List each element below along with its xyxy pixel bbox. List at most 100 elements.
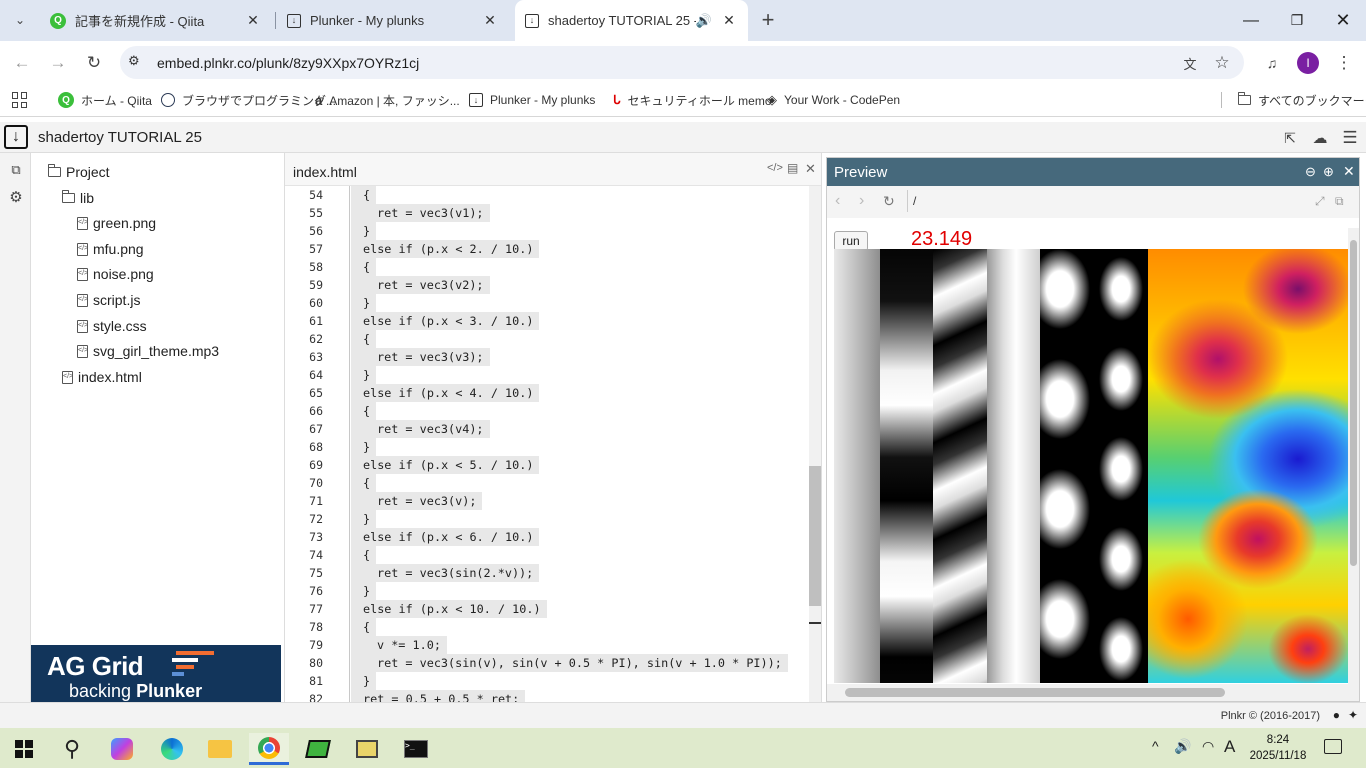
code-line[interactable]: } — [351, 582, 377, 600]
code-icon[interactable]: </> — [767, 162, 783, 174]
close-file-icon[interactable]: ✕ — [805, 161, 816, 177]
tree-file[interactable]: </> style.css — [77, 316, 147, 336]
windows-start-icon[interactable] — [4, 733, 44, 765]
image-viewer-icon[interactable] — [347, 733, 387, 765]
preview-forward-icon[interactable]: › — [859, 192, 864, 210]
tree-root-project[interactable]: Project — [48, 162, 110, 182]
tab-plunker-my-plunks[interactable]: ↓ Plunker - My plunks ✕ — [277, 0, 509, 41]
terminal-icon[interactable]: >_ — [396, 733, 436, 765]
open-external-icon[interactable]: ⇱ — [1278, 126, 1302, 150]
search-icon[interactable]: ⚲ — [52, 733, 92, 765]
chrome-icon[interactable] — [249, 733, 289, 765]
system-clock[interactable]: 8:24 2025/11/18 — [1238, 732, 1318, 764]
notepad-icon[interactable] — [298, 733, 338, 765]
code-line[interactable]: { — [351, 402, 377, 420]
zoom-in-icon[interactable]: ⊕ — [1323, 164, 1334, 180]
code-line[interactable]: } — [351, 438, 377, 456]
code-line[interactable]: ret = vec3(v); — [351, 492, 483, 510]
preview-h-scroll-thumb[interactable] — [845, 688, 1225, 697]
all-bookmarks-button[interactable]: すべてのブックマーク — [1238, 91, 1366, 109]
apps-grid-icon[interactable] — [12, 92, 28, 108]
code-line[interactable]: { — [351, 186, 377, 204]
shader-canvas[interactable] — [834, 249, 1348, 683]
tree-file[interactable]: </> index.html — [62, 367, 142, 387]
code-line[interactable]: { — [351, 330, 377, 348]
code-line[interactable]: } — [351, 672, 377, 690]
code-line[interactable]: ret = vec3(v4); — [351, 420, 490, 438]
window-close-button[interactable]: ✕ — [1320, 0, 1366, 41]
tree-folder-lib[interactable]: lib — [62, 188, 94, 208]
plunker-logo-icon[interactable]: ↓ — [4, 125, 28, 149]
bookmark-codepen[interactable]: ◈ Your Work - CodePen — [767, 91, 900, 109]
tray-chevron-icon[interactable]: ^ — [1152, 738, 1159, 754]
menu-kebab-icon[interactable]: ⋮ — [1332, 51, 1356, 75]
code-area[interactable]: {ret = vec3(v1);} else if (p.x < 2. / 10.… — [285, 186, 809, 702]
preview-refresh-icon[interactable]: ↻ — [883, 193, 895, 210]
bookmark-plunker[interactable]: ↓ Plunker - My plunks — [469, 91, 595, 109]
code-line[interactable]: else if (p.x < 10. / 10.) — [351, 600, 547, 618]
copilot-icon[interactable] — [102, 733, 142, 765]
media-control-icon[interactable]: ♫ — [1260, 51, 1284, 75]
code-line[interactable]: else if (p.x < 2. / 10.) — [351, 240, 540, 258]
code-line[interactable]: v *= 1.0; — [351, 636, 447, 654]
tree-file[interactable]: </> script.js — [77, 290, 140, 310]
book-icon[interactable]: ▤ — [787, 161, 798, 175]
site-info-icon[interactable]: ⚙ — [128, 53, 146, 71]
preview-path[interactable]: / — [913, 194, 916, 208]
notifications-icon[interactable] — [1324, 739, 1342, 754]
volume-icon[interactable]: 🔊 — [1174, 738, 1191, 755]
tab-search-chevron-icon[interactable]: ⌄ — [8, 8, 32, 32]
code-line[interactable]: else if (p.x < 4. / 10.) — [351, 384, 540, 402]
bookmark-paiza[interactable]: ブラウザでプログラミング... — [161, 91, 336, 109]
editor-scrollbar[interactable] — [809, 186, 821, 702]
code-line[interactable]: } — [351, 366, 377, 384]
code-line[interactable]: else if (p.x < 3. / 10.) — [351, 312, 540, 330]
forward-button[interactable]: → — [46, 51, 70, 75]
tab-qiita[interactable]: Q 記事を新規作成 - Qiita ✕ — [40, 0, 272, 41]
code-line[interactable]: { — [351, 546, 377, 564]
code-line[interactable]: { — [351, 618, 377, 636]
preview-h-scrollbar[interactable] — [827, 684, 1359, 701]
twitter-icon[interactable]: ✦ — [1348, 708, 1358, 722]
zoom-out-icon[interactable]: ⊖ — [1305, 164, 1316, 180]
reload-button[interactable]: ↻ — [82, 51, 106, 75]
speaker-icon[interactable]: 🔊 — [696, 13, 712, 29]
code-line[interactable]: ret = 0.5 + 0.5 * ret; — [351, 690, 526, 702]
hamburger-menu-icon[interactable]: ☰ — [1338, 126, 1362, 150]
code-line[interactable]: else if (p.x < 6. / 10.) — [351, 528, 540, 546]
minimize-button[interactable]: — — [1228, 0, 1274, 41]
translate-icon[interactable]: 文 — [1178, 51, 1202, 75]
tree-file[interactable]: </> noise.png — [77, 264, 154, 284]
tree-file[interactable]: </> green.png — [77, 213, 156, 233]
expand-icon[interactable]: ⤢ — [1315, 194, 1325, 209]
bookmark-security-memo[interactable]: ᒐ セキュリティホール memo — [613, 91, 772, 109]
restore-button[interactable]: ❐ — [1274, 0, 1320, 41]
bookmark-star-icon[interactable]: ☆ — [1210, 51, 1234, 75]
close-icon[interactable]: ✕ — [244, 12, 262, 29]
code-line[interactable]: ret = vec3(sin(v), sin(v + 0.5 * PI), si… — [351, 654, 788, 672]
code-line[interactable]: { — [351, 258, 377, 276]
edge-icon[interactable] — [152, 733, 192, 765]
run-button[interactable]: run — [834, 231, 868, 251]
code-line[interactable]: else if (p.x < 5. / 10.) — [351, 456, 540, 474]
download-cloud-icon[interactable]: ☁ — [1308, 126, 1332, 150]
copy-window-icon[interactable]: ⧉ — [1335, 194, 1344, 209]
ag-grid-ad[interactable]: AG Grid backing Plunker — [31, 645, 281, 702]
close-icon[interactable]: ✕ — [481, 12, 499, 29]
close-preview-icon[interactable]: ✕ — [1343, 163, 1355, 180]
tab-shadertoy-tutorial[interactable]: ↓ shadertoy TUTORIAL 25 - Pl 🔊 ✕ — [515, 0, 748, 41]
back-button[interactable]: ← — [10, 51, 34, 75]
new-tab-button[interactable]: + — [756, 7, 780, 32]
preview-v-scroll-thumb[interactable] — [1350, 240, 1357, 566]
settings-gear-icon[interactable]: ⚙ — [4, 185, 28, 209]
url-text[interactable]: embed.plnkr.co/plunk/8zy9XXpx7OYRz1cj — [157, 55, 419, 71]
close-icon[interactable]: ✕ — [720, 12, 738, 29]
files-icon[interactable]: ⧉ — [4, 158, 28, 182]
preview-back-icon[interactable]: ‹ — [835, 192, 840, 210]
profile-avatar[interactable]: I — [1297, 52, 1319, 74]
bookmark-amazon[interactable]: a Amazon | 本, ファッシ... — [315, 91, 460, 109]
code-line[interactable]: ret = vec3(sin(2.*v)); — [351, 564, 540, 582]
code-line[interactable]: { — [351, 474, 377, 492]
bookmark-qiita[interactable]: Q ホーム - Qiita — [58, 91, 152, 109]
github-icon[interactable]: ● — [1333, 708, 1340, 722]
